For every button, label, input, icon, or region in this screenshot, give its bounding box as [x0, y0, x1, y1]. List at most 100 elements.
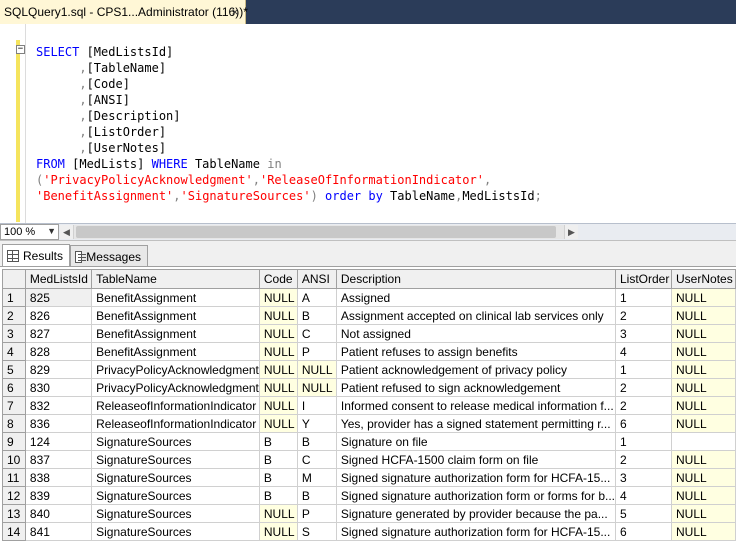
table-cell[interactable]: 2	[614, 450, 673, 469]
scroll-left-icon[interactable]: ◀	[60, 225, 74, 239]
table-row[interactable]: 8 836 ReleaseofInformationIndicator NULL Y Ye…	[2, 414, 736, 433]
column-header-medlistsid[interactable]: MedListsId	[24, 269, 93, 289]
table-row[interactable]: 2 826 BenefitAssignment NULL B Assignment acc…	[2, 306, 736, 325]
table-cell[interactable]: 2	[614, 378, 673, 397]
table-cell[interactable]: ReleaseofInformationIndicator	[91, 414, 260, 433]
table-cell[interactable]: P	[296, 342, 337, 361]
table-cell[interactable]: 826	[24, 306, 93, 325]
scroll-thumb[interactable]	[76, 226, 556, 238]
table-cell[interactable]: PrivacyPolicyAcknowledgment	[91, 360, 260, 379]
table-cell[interactable]: A	[296, 288, 337, 307]
table-cell[interactable]: Patient refuses to assign benefits	[335, 342, 617, 361]
table-cell[interactable]: NULL	[296, 360, 337, 379]
table-cell[interactable]: Signature generated by provider because …	[335, 504, 617, 523]
table-cell[interactable]: B	[258, 486, 298, 505]
table-cell[interactable]: B	[296, 306, 337, 325]
zoom-dropdown[interactable]: 100 % ▼	[0, 224, 59, 240]
table-row[interactable]: 7 832 ReleaseofInformationIndicator NULL I In…	[2, 396, 736, 415]
row-number[interactable]: 7	[2, 396, 26, 415]
results-table[interactable]: MedListsId TableName Code ANSI Description Li…	[2, 269, 736, 541]
table-cell[interactable]	[671, 432, 736, 451]
table-cell[interactable]: Y	[296, 414, 337, 433]
table-cell[interactable]: NULL	[671, 414, 736, 433]
row-number[interactable]: 9	[2, 432, 26, 451]
column-header-listorder[interactable]: ListOrder	[614, 269, 673, 289]
table-cell[interactable]: Signature on file	[335, 432, 617, 451]
table-cell[interactable]: NULL	[258, 414, 298, 433]
results-grid[interactable]: MedListsId TableName Code ANSI Description Li…	[0, 266, 736, 554]
table-cell[interactable]: B	[296, 486, 337, 505]
table-cell[interactable]: NULL	[671, 396, 736, 415]
row-number[interactable]: 4	[2, 342, 26, 361]
row-number[interactable]: 12	[2, 486, 26, 505]
table-cell[interactable]: BenefitAssignment	[91, 324, 260, 343]
table-cell[interactable]: BenefitAssignment	[91, 288, 260, 307]
table-cell[interactable]: Patient refused to sign acknowledgement	[335, 378, 617, 397]
scroll-right-icon[interactable]: ▶	[564, 225, 578, 239]
query-editor[interactable]: − SELECT [MedListsId] ,[TableName] ,[Cod…	[0, 24, 736, 223]
table-cell[interactable]: C	[296, 450, 337, 469]
table-cell[interactable]: 838	[24, 468, 93, 487]
table-row[interactable]: 1 825 BenefitAssignment NULL A Assigned 1 NULL	[2, 288, 736, 307]
table-cell[interactable]: 5	[614, 504, 673, 523]
table-cell[interactable]: NULL	[671, 450, 736, 469]
table-cell[interactable]: P	[296, 504, 337, 523]
column-header-ansi[interactable]: ANSI	[296, 269, 337, 289]
table-cell[interactable]: 3	[614, 324, 673, 343]
table-cell[interactable]: SignatureSources	[91, 504, 260, 523]
row-number[interactable]: 3	[2, 324, 26, 343]
row-number[interactable]: 11	[2, 468, 26, 487]
row-number[interactable]: 5	[2, 360, 26, 379]
table-cell[interactable]: 4	[614, 486, 673, 505]
column-header-usernotes[interactable]: UserNotes	[671, 269, 736, 289]
table-row[interactable]: 11 838 SignatureSources B M Signed signature …	[2, 468, 736, 487]
table-row[interactable]: 10 837 SignatureSources B C Signed HCFA-1500 …	[2, 450, 736, 469]
table-cell[interactable]: SignatureSources	[91, 522, 260, 541]
row-number[interactable]: 1	[2, 288, 26, 307]
table-cell[interactable]: 2	[614, 306, 673, 325]
row-number[interactable]: 10	[2, 450, 26, 469]
table-cell[interactable]: NULL	[671, 360, 736, 379]
table-cell[interactable]: NULL	[258, 360, 298, 379]
row-number-header[interactable]	[2, 269, 26, 289]
table-row[interactable]: 4 828 BenefitAssignment NULL P Patient refuse…	[2, 342, 736, 361]
table-cell[interactable]: Patient acknowledgement of privacy polic…	[335, 360, 617, 379]
table-cell[interactable]: 4	[614, 342, 673, 361]
close-icon[interactable]: ×	[229, 6, 241, 18]
table-cell[interactable]: 841	[24, 522, 93, 541]
table-cell[interactable]: 6	[614, 522, 673, 541]
table-cell[interactable]: NULL	[671, 522, 736, 541]
table-cell[interactable]: 1	[614, 432, 673, 451]
table-cell[interactable]: NULL	[258, 342, 298, 361]
table-cell[interactable]: 828	[24, 342, 93, 361]
table-cell[interactable]: 1	[614, 360, 673, 379]
table-cell[interactable]: C	[296, 324, 337, 343]
table-cell[interactable]: SignatureSources	[91, 486, 260, 505]
table-cell[interactable]: 832	[24, 396, 93, 415]
document-tab[interactable]: SQLQuery1.sql - CPS1...Administrator (11…	[0, 0, 248, 24]
tab-results[interactable]: Results	[2, 244, 70, 267]
horizontal-scrollbar[interactable]: ◀ ▶	[60, 225, 578, 239]
table-row[interactable]: 12 839 SignatureSources B B Signed signature …	[2, 486, 736, 505]
table-cell[interactable]: NULL	[258, 306, 298, 325]
table-cell[interactable]: NULL	[671, 468, 736, 487]
chevron-down-icon[interactable]: ▼	[47, 226, 56, 236]
table-cell[interactable]: SignatureSources	[91, 468, 260, 487]
table-cell[interactable]: NULL	[258, 378, 298, 397]
table-cell[interactable]: PrivacyPolicyAcknowledgment	[91, 378, 260, 397]
table-cell[interactable]: SignatureSources	[91, 432, 260, 451]
table-cell[interactable]: Assignment accepted on clinical lab serv…	[335, 306, 617, 325]
table-cell[interactable]: 825	[24, 288, 93, 307]
table-cell[interactable]: Assigned	[335, 288, 617, 307]
column-header-code[interactable]: Code	[258, 269, 298, 289]
table-cell[interactable]: 836	[24, 414, 93, 433]
table-row[interactable]: 13 840 SignatureSources NULL P Signature gene…	[2, 504, 736, 523]
table-cell[interactable]: B	[296, 432, 337, 451]
table-cell[interactable]: 840	[24, 504, 93, 523]
table-cell[interactable]: 830	[24, 378, 93, 397]
sql-code[interactable]: SELECT [MedListsId] ,[TableName] ,[Code]…	[36, 44, 542, 204]
row-number[interactable]: 13	[2, 504, 26, 523]
table-cell[interactable]: Signed signature authorization form or f…	[335, 486, 617, 505]
table-cell[interactable]: NULL	[296, 378, 337, 397]
table-cell[interactable]: Signed signature authorization form for …	[335, 522, 617, 541]
